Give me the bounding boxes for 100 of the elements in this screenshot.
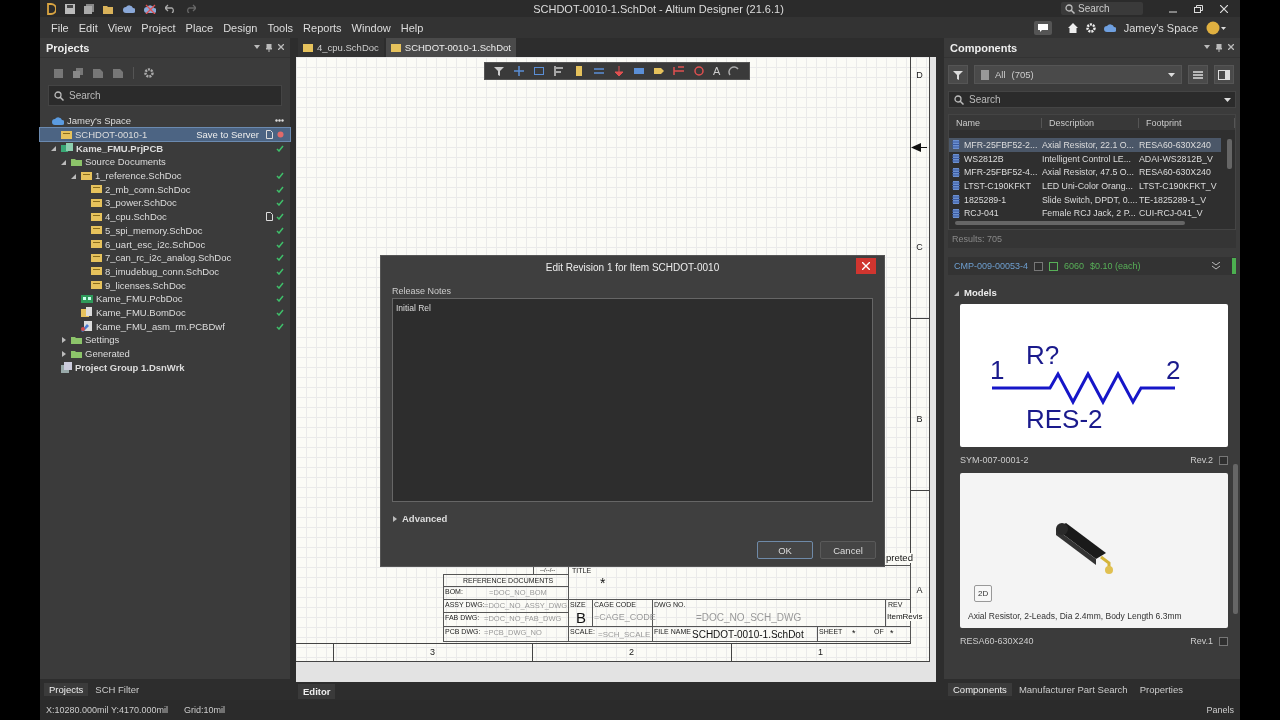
workspace-name[interactable]: Jamey's Space [1123,21,1198,34]
column-header[interactable]: Description [1042,117,1139,128]
tree-item[interactable]: Generated [40,346,290,361]
close-icon[interactable] [1220,4,1228,13]
dropdown-icon[interactable] [1204,43,1210,50]
document-tab[interactable]: SCHDOT-0010-1.SchDot [385,38,516,57]
port-icon[interactable] [653,65,665,77]
panels-button[interactable]: Panels [1206,705,1234,715]
search-field[interactable]: Search [1061,2,1143,15]
expanded-arrow-icon[interactable] [954,289,960,296]
menu-item[interactable]: Design [218,21,263,34]
avatar-icon[interactable] [1206,20,1226,35]
arc-icon[interactable] [728,65,741,77]
redo-icon[interactable] [185,4,196,13]
document-tab[interactable]: 4_cpu.SchDoc [298,38,384,57]
feedback-button[interactable] [1033,20,1052,35]
close-button[interactable] [856,258,876,274]
menu-item[interactable]: Place [180,21,219,34]
undo-icon[interactable] [165,4,176,13]
checkbox[interactable] [1034,261,1044,271]
double-chevron-icon[interactable] [1212,262,1220,270]
plus-icon[interactable] [513,65,525,77]
checkbox[interactable] [1219,636,1228,646]
tree-item[interactable]: Settings [40,333,290,347]
settings-icon[interactable] [144,68,154,78]
component-row[interactable]: MFR-25FBF52-4... Axial Resistor, 47.5 O... RESA60-630X240 [949,165,1221,180]
more-icon[interactable] [275,119,284,123]
align-icon[interactable] [553,65,565,77]
library-dropdown[interactable]: All (705) [974,65,1182,84]
tree-item[interactable]: 5_spi_memory.SchDoc [40,223,290,238]
tree-item[interactable]: Kame_FMU.PrjPCB [40,141,290,156]
save-all-icon[interactable] [84,3,94,14]
pin-icon[interactable] [266,43,272,52]
save-icon[interactable] [65,3,75,14]
power-port-icon[interactable] [613,65,625,77]
panel-tab[interactable]: Components [948,683,1012,696]
filter-icon[interactable] [493,65,505,77]
release-notes-field[interactable]: Initial Rel [392,298,873,502]
column-header[interactable]: Name [949,117,1042,128]
open-folder-icon[interactable] [103,3,114,14]
tree-item[interactable]: Kame_FMU_asm_rm.PCBDwf [40,319,290,333]
cloud-icon[interactable] [123,4,135,13]
component-icon[interactable] [573,65,585,77]
panel-tab[interactable]: Projects [44,683,89,696]
cloud-error-icon[interactable] [144,3,156,14]
search-field[interactable]: Search [948,91,1236,108]
harness-icon[interactable] [633,65,645,77]
list-view-button[interactable] [1188,65,1208,84]
menu-item[interactable]: Reports [298,21,347,34]
menu-item[interactable]: Project [136,21,181,34]
tree-item[interactable]: Project Group 1.DsnWrk [40,360,290,375]
menu-item[interactable]: File [46,21,74,34]
ok-button[interactable]: OK [757,541,813,559]
tree-item[interactable]: Kame_FMU.PcbDoc [40,291,290,306]
tree-item[interactable]: Source Documents [40,155,290,169]
view-mode-button[interactable]: 2D [974,585,993,602]
tree-item[interactable]: 9_licenses.SchDoc [40,278,290,292]
part-id[interactable]: CMP-009-00053-4 [954,261,1029,271]
tree-item[interactable]: 1_reference.SchDoc [40,168,290,183]
scrollbar[interactable] [955,221,1185,225]
editor-tab[interactable]: Editor [298,683,336,699]
tree-item[interactable]: 8_imudebug_conn.SchDoc [40,264,290,279]
close-icon[interactable] [278,43,284,50]
bus-icon[interactable] [593,65,605,77]
home-icon[interactable] [1067,22,1078,33]
component-row[interactable]: LTST-C190KFKT LED Uni-Color Orang... LTST-C190KFKT_V [949,179,1221,193]
close-icon[interactable] [1228,43,1234,50]
tree-item[interactable]: 3_power.SchDoc [40,196,290,210]
rectangle-icon[interactable] [533,65,545,77]
component-row[interactable]: MFR-25FBF52-2... Axial Resistor, 22.1 O... RESA60-630X240 [949,138,1221,152]
menu-item[interactable]: View [102,21,137,34]
directive-icon[interactable] [693,65,705,77]
app-logo-icon[interactable] [47,2,56,15]
component-row[interactable]: 1825289-1 Slide Switch, DPDT, 0.... TE-1825289-1_V [949,192,1221,207]
tree-item[interactable]: 2_mb_conn.SchDoc [40,182,290,197]
tree-item[interactable]: 7_can_rc_i2c_analog.SchDoc [40,250,290,265]
dropdown-icon[interactable] [254,43,260,50]
checkbox[interactable] [1219,455,1228,465]
tree-item[interactable]: SCHDOT-0010-1 Save to Server [40,127,290,142]
component-row[interactable]: WS2812B Intelligent Control LE... ADAI-WS2812B_V [949,151,1221,166]
tree-item[interactable]: 4_cpu.SchDoc [40,209,290,224]
panel-tab[interactable]: Manufacturer Part Search [1013,683,1133,696]
menu-item[interactable]: Edit [73,21,103,34]
column-header[interactable]: Footprint [1139,117,1235,128]
tree-item[interactable]: 6_uart_esc_i2c.SchDoc [40,237,290,251]
component-row[interactable]: RCJ-041 Female RCJ Jack, 2 P... CUI-RCJ-041_V [949,206,1221,221]
menu-item[interactable]: Tools [262,21,299,34]
details-pane-button[interactable] [1214,65,1234,84]
search-field[interactable]: Search [48,85,282,106]
restore-icon[interactable] [1194,4,1203,13]
panel-tab[interactable]: SCH Filter [90,683,145,696]
panel-tab[interactable]: Properties [1134,683,1188,696]
scrollbar[interactable] [1233,464,1238,614]
menu-item[interactable]: Window [346,21,396,34]
scrollbar[interactable] [1227,139,1232,169]
pin-icon[interactable] [1216,43,1222,52]
cancel-button[interactable]: Cancel [820,541,876,559]
tree-item[interactable]: Kame_FMU.BomDoc [40,305,290,320]
menu-item[interactable]: Help [395,21,429,34]
text-tool[interactable]: A [713,65,721,77]
